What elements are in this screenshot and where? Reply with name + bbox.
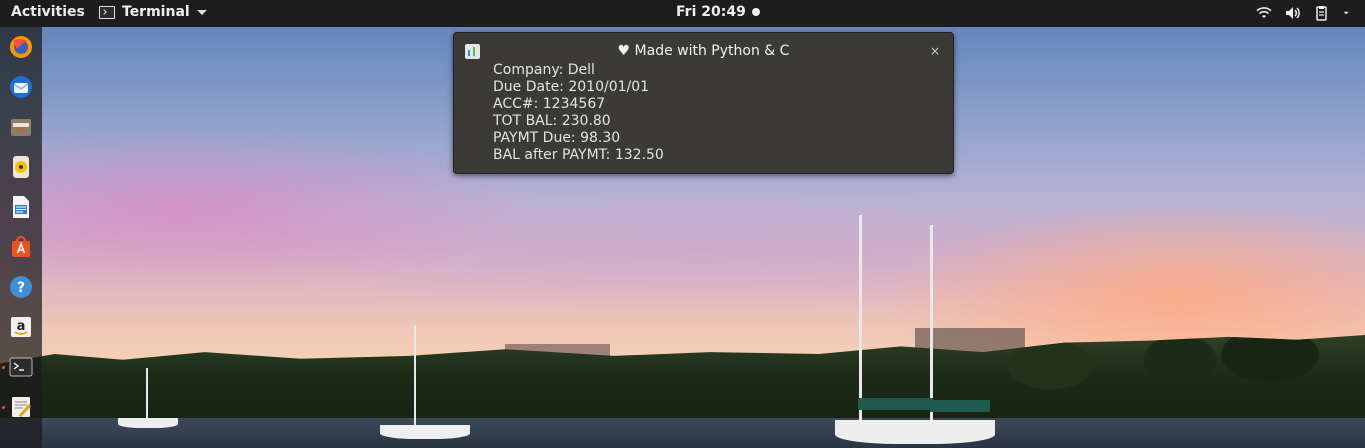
dock-help[interactable]: ? [7, 273, 35, 301]
firefox-icon [10, 36, 32, 58]
notification-line-total-balance: TOT BAL: 230.80 [493, 113, 611, 129]
notification-line-due-date: Due Date: 2010/01/01 [493, 79, 650, 95]
writer-icon [13, 196, 29, 218]
dock: ? a [0, 27, 42, 448]
dock-amazon[interactable]: a [7, 313, 35, 341]
help-icon: ? [10, 276, 32, 298]
chevron-down-icon [1343, 11, 1349, 15]
text-editor-icon [12, 397, 31, 417]
dock-libreoffice-writer[interactable] [7, 193, 35, 221]
dock-ubuntu-software[interactable] [7, 233, 35, 261]
dock-files[interactable] [7, 113, 35, 141]
notification-title: ♥ Made with Python & C [617, 43, 790, 59]
wifi-icon [1256, 7, 1272, 18]
system-tray[interactable] [1256, 5, 1353, 21]
sailboat-hull [380, 425, 470, 439]
running-indicator [2, 406, 5, 409]
terminal-icon [9, 357, 33, 377]
notification-line-balance-after: BAL after PAYMT: 132.50 [493, 147, 664, 163]
activities-button[interactable]: Activities [11, 4, 85, 20]
rhythmbox-icon [13, 156, 29, 178]
notification-line-payment-due: PAYMT Due: 98.30 [493, 130, 621, 146]
thunderbird-icon [10, 76, 32, 98]
top-bar: Activities Terminal Fri 20:49 [0, 0, 1365, 27]
wallpaper-water [0, 418, 1365, 448]
svg-text:?: ? [17, 280, 25, 296]
sailboat-mast [146, 368, 148, 423]
running-indicator [2, 366, 5, 369]
sailboat-mast [930, 225, 933, 420]
close-icon[interactable]: × [930, 44, 940, 58]
clock-label: Fri 20:49 [676, 4, 746, 20]
dock-text-editor[interactable] [7, 393, 35, 421]
sail-cover [930, 400, 990, 412]
notification-body: Company: Dell Due Date: 2010/01/01 ACC#:… [493, 62, 664, 164]
sailboat-mast [859, 215, 862, 420]
dock-rhythmbox[interactable] [7, 153, 35, 181]
volume-icon [1286, 7, 1300, 19]
terminal-icon [99, 5, 115, 19]
sailboat-hull [118, 418, 178, 428]
dock-firefox[interactable] [7, 33, 35, 61]
app-menu-label: Terminal [122, 4, 190, 20]
sailboat-hull [835, 420, 995, 444]
clock-menu[interactable]: Fri 20:49 [676, 4, 760, 20]
clipboard-icon [1316, 6, 1327, 21]
notification-line-account: ACC#: 1234567 [493, 96, 606, 112]
dock-thunderbird[interactable] [7, 73, 35, 101]
sail-cover [858, 398, 933, 410]
amazon-icon: a [11, 317, 31, 337]
sailboat-mast [414, 325, 416, 425]
software-center-icon [12, 236, 30, 257]
notification-line-company: Company: Dell [493, 62, 595, 78]
files-icon [11, 119, 31, 136]
chevron-down-icon [196, 9, 207, 15]
app-menu-terminal[interactable]: Terminal [99, 4, 207, 20]
dock-terminal[interactable] [7, 353, 35, 381]
svg-text:a: a [17, 319, 26, 334]
notification-popup[interactable]: ♥ Made with Python & C × Company: Dell D… [453, 32, 954, 174]
notification-dot-icon [751, 8, 760, 16]
